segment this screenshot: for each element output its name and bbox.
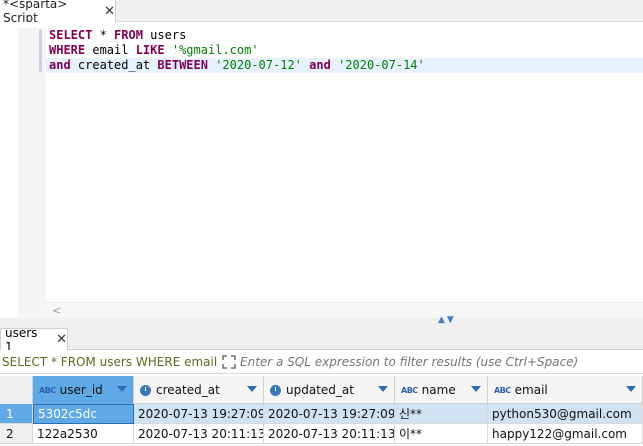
sort-dropdown-icon[interactable] <box>471 386 481 392</box>
abc-icon: ABC <box>494 385 511 395</box>
abc-icon: ABC <box>39 385 56 395</box>
query-block-marker <box>39 30 42 72</box>
sql-keyword: BETWEEN <box>157 58 208 72</box>
row-number[interactable]: 2 <box>0 424 33 444</box>
code-line[interactable]: WHERE email LIKE '%gmail.com' <box>46 43 643 58</box>
table-cell[interactable]: 2020-07-13 20:11:13 <box>264 424 395 444</box>
table-cell[interactable]: 2020-07-13 20:11:13 <box>134 424 264 444</box>
results-tab-bar: users 1 ✕ <box>0 326 643 354</box>
sort-dropdown-icon[interactable] <box>626 386 636 392</box>
clock-icon <box>140 384 151 396</box>
sql-keyword: WHERE <box>49 43 86 57</box>
sql-keyword: and <box>49 58 71 72</box>
sql-identifier: email <box>85 43 136 57</box>
row-number-header[interactable] <box>0 376 33 404</box>
table-cell[interactable]: 122a2530 <box>33 424 134 444</box>
column-header-label: updated_at <box>286 383 354 397</box>
sql-keyword: LIKE <box>135 43 165 57</box>
sql-keyword: and <box>309 58 331 72</box>
sql-string: '%gmail.com' <box>171 43 259 57</box>
column-header-label: email <box>514 383 548 397</box>
horizontal-scrollbar[interactable]: < <box>46 302 643 318</box>
active-query-label: SELECT * FROM users WHERE email LIK <box>2 354 218 369</box>
sql-keyword: FROM <box>114 28 143 42</box>
column-header-label: user_id <box>59 383 103 397</box>
scroll-left-icon[interactable]: < <box>52 304 61 317</box>
table-cell[interactable]: happy122@gmail.com <box>488 424 643 444</box>
close-icon[interactable]: ✕ <box>56 332 67 347</box>
splitter-toggle-icon[interactable]: ▲▼ <box>438 315 456 325</box>
filter-bar: SELECT * FROM users WHERE email LIK <box>0 350 643 374</box>
table-row[interactable]: 2 122a2530 2020-07-13 20:11:13 2020-07-13 2… <box>0 424 643 444</box>
sql-keyword: SELECT <box>49 28 93 42</box>
code-line[interactable]: SELECT * FROM users <box>46 28 643 43</box>
expand-filter-icon[interactable] <box>218 354 240 369</box>
column-header-name[interactable]: ABC name <box>395 376 488 404</box>
column-header-user-id[interactable]: ABC user_id <box>33 376 134 404</box>
results-tab-users-1[interactable]: users 1 ✕ <box>0 326 68 354</box>
sql-identifier: * <box>92 28 115 42</box>
sql-string: '2020-07-14' <box>338 58 425 72</box>
sort-dropdown-icon[interactable] <box>247 386 257 392</box>
column-header-created-at[interactable]: created_at <box>134 376 264 404</box>
editor-tab-script[interactable]: *<sparta> Script ✕ <box>0 0 116 25</box>
column-header-updated-at[interactable]: updated_at <box>264 376 395 404</box>
code-line[interactable]: and created_at BETWEEN '2020-07-12' and … <box>46 58 643 73</box>
sql-identifier: users <box>142 28 187 42</box>
sort-dropdown-icon[interactable] <box>117 386 127 392</box>
sql-editor[interactable]: SELECT * FROM users WHERE email LIKE '%gm… <box>0 22 643 322</box>
editor-tab-bar: *<sparta> Script ✕ <box>0 0 643 25</box>
column-header-label: created_at <box>156 383 220 397</box>
filter-input[interactable] <box>240 351 643 372</box>
grid-header: ABC user_id created_at updated_at ABC name ABC… <box>0 376 643 404</box>
sql-identifier <box>331 58 338 72</box>
table-cell[interactable]: 신** <box>395 404 488 424</box>
clock-icon <box>270 384 281 396</box>
abc-icon: ABC <box>401 385 418 395</box>
table-cell[interactable]: 2020-07-13 19:27:09 <box>134 404 264 424</box>
close-icon[interactable]: ✕ <box>104 4 115 19</box>
sort-dropdown-icon[interactable] <box>378 386 388 392</box>
table-cell[interactable]: 5302c5dc <box>33 404 134 424</box>
column-header-email[interactable]: ABC email <box>488 376 643 404</box>
row-number[interactable]: 1 <box>0 404 33 424</box>
column-header-label: name <box>421 383 456 397</box>
code-area[interactable]: SELECT * FROM users WHERE email LIKE '%gm… <box>46 28 643 73</box>
sql-identifier: created_at <box>70 58 158 72</box>
table-row[interactable]: 1 5302c5dc 2020-07-13 19:27:09 2020-07-13 1… <box>0 404 643 424</box>
table-cell[interactable]: python530@gmail.com <box>488 404 643 424</box>
sql-identifier <box>165 43 172 57</box>
table-cell[interactable]: 이** <box>395 424 488 444</box>
panel-splitter[interactable]: ▲▼ <box>0 315 643 326</box>
table-cell[interactable]: 2020-07-13 19:27:09 <box>264 404 395 424</box>
results-grid: ABC user_id created_at updated_at ABC name ABC… <box>0 376 643 446</box>
sql-string: '2020-07-12' <box>215 58 302 72</box>
